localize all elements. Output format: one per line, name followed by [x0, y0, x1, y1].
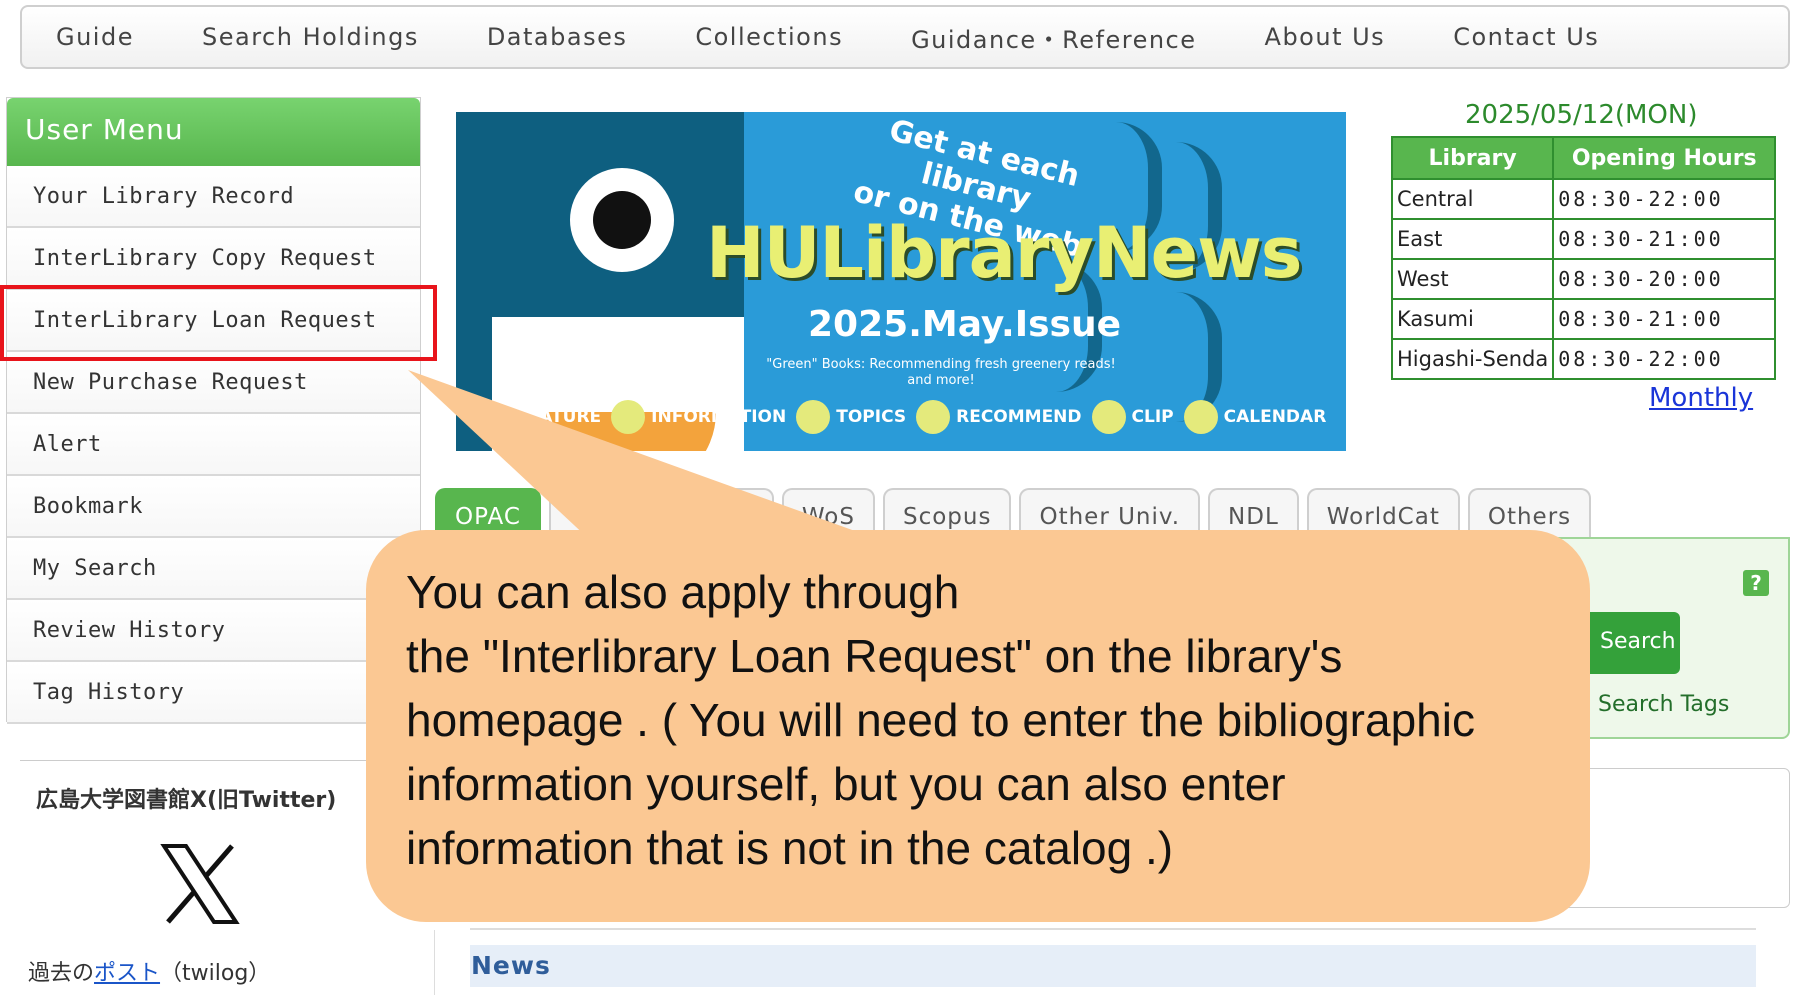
library-name: West	[1390, 258, 1555, 300]
callout-line: homepage . ( You will need to enter the …	[406, 694, 1475, 746]
x-logo-icon[interactable]	[160, 844, 240, 924]
callout-line: the "Interlibrary Loan Request" on the l…	[406, 630, 1343, 682]
twitter-post-prefix: 過去の	[28, 961, 95, 986]
banner-section-label: TOPICS	[836, 407, 907, 427]
banner-subtitle-1: "Green" Books: Recommending fresh greene…	[766, 357, 1116, 372]
clip-icon	[1091, 400, 1126, 434]
twitter-post-suffix: （twilog）	[160, 961, 271, 986]
opening-hours: 08:30-22:00	[1552, 178, 1777, 220]
twitter-heading: 広島大学図書館X(旧Twitter)	[36, 788, 337, 813]
twitter-post-line: 過去のポスト（twilog）	[28, 955, 270, 987]
banner-subtitle-2: and more!	[907, 373, 975, 388]
table-row: West 08:30-20:00	[1390, 258, 1777, 300]
monthly-hours-link[interactable]: Monthly	[1649, 383, 1753, 413]
nav-about-us[interactable]: About Us	[1265, 23, 1386, 51]
library-news-banner[interactable]: Get at each library or on the web HULibr…	[456, 112, 1346, 451]
callout-line: information that is not in the catalog .…	[406, 822, 1174, 874]
nav-guidance-reference[interactable]: Guidance・Reference	[911, 20, 1196, 55]
table-row: Kasumi 08:30-21:00	[1390, 298, 1777, 340]
opening-hours: 08:30-20:00	[1552, 258, 1777, 300]
banner-section-recommend: RECOMMEND	[916, 400, 1082, 434]
banner-section-information: INFORMATION	[611, 400, 786, 434]
news-header-bar	[470, 945, 1756, 987]
menu-item-library-record[interactable]: Your Library Record	[7, 166, 420, 228]
menu-item-bookmark[interactable]: Bookmark	[7, 476, 420, 538]
calendar-icon	[1183, 400, 1218, 434]
instruction-callout: You can also apply through the "Interlib…	[366, 530, 1590, 922]
library-name: Kasumi	[1390, 298, 1555, 340]
banner-subtitle: "Green" Books: Recommending fresh greene…	[766, 357, 1116, 389]
banner-section-label: FEATURE	[516, 407, 602, 427]
nav-search-holdings[interactable]: Search Holdings	[202, 23, 419, 51]
search-tags-link[interactable]: Search Tags	[1598, 692, 1729, 717]
library-name: Higashi-Senda	[1390, 338, 1555, 380]
callout-line: You can also apply through	[406, 566, 960, 618]
banner-section-feature: FEATURE	[516, 407, 601, 427]
opening-hours: 08:30-21:00	[1552, 218, 1777, 260]
banner-section-label: CALENDAR	[1223, 407, 1327, 427]
twitter-post-link[interactable]: ポスト	[94, 961, 160, 986]
menu-item-tag-history[interactable]: Tag History	[7, 662, 420, 724]
top-navigation: Guide Search Holdings Databases Collecti…	[20, 5, 1790, 69]
banner-sections: FEATURE INFORMATION TOPICS RECOMMEND CLI…	[516, 400, 1336, 434]
nav-guide[interactable]: Guide	[56, 23, 134, 51]
divider	[434, 930, 435, 995]
divider	[470, 928, 1756, 930]
nav-databases[interactable]: Databases	[487, 23, 628, 51]
banner-section-topics: TOPICS	[796, 400, 906, 434]
table-row: Central 08:30-22:00	[1390, 178, 1777, 220]
banner-section-label: CLIP	[1131, 407, 1174, 427]
book-icon	[916, 400, 951, 434]
column-header-library: Library	[1390, 136, 1555, 180]
nav-contact-us[interactable]: Contact Us	[1453, 23, 1599, 51]
user-menu: User Menu Your Library Record InterLibra…	[6, 97, 421, 724]
info-icon	[611, 400, 646, 434]
opening-hours: 08:30-21:00	[1552, 298, 1777, 340]
highlight-box-loan-request	[0, 285, 437, 361]
table-row: East 08:30-21:00	[1390, 218, 1777, 260]
divider	[20, 760, 420, 761]
callout-text: You can also apply through the "Interlib…	[406, 560, 1590, 880]
search-button[interactable]: Search	[1580, 612, 1680, 674]
opening-hours: 08:30-22:00	[1552, 338, 1777, 380]
banner-section-label: RECOMMEND	[956, 407, 1082, 427]
help-icon[interactable]: ?	[1743, 570, 1769, 596]
menu-item-alert[interactable]: Alert	[7, 414, 420, 476]
table-row: Higashi-Senda 08:30-22:00	[1390, 338, 1777, 380]
banner-section-calendar: CALENDAR	[1183, 400, 1327, 434]
topics-icon	[796, 400, 831, 434]
menu-item-review-history[interactable]: Review History	[7, 600, 420, 662]
banner-title: HULibraryNews	[706, 212, 1302, 294]
news-heading: News	[471, 951, 551, 980]
library-name: East	[1390, 218, 1555, 260]
nav-collections[interactable]: Collections	[695, 23, 843, 51]
banner-section-clip: CLIP	[1091, 400, 1174, 434]
banner-issue: 2025.May.Issue	[808, 304, 1122, 345]
library-name: Central	[1390, 178, 1555, 220]
menu-item-copy-request[interactable]: InterLibrary Copy Request	[7, 228, 420, 290]
current-date: 2025/05/12(MON)	[1465, 100, 1698, 130]
menu-item-my-search[interactable]: My Search	[7, 538, 420, 600]
user-menu-title: User Menu	[7, 98, 420, 166]
column-header-hours: Opening Hours	[1552, 136, 1777, 180]
menu-item-purchase-request[interactable]: New Purchase Request	[7, 352, 420, 414]
callout-line: information yourself, but you can also e…	[406, 758, 1286, 810]
opening-hours-table: Library Opening Hours Central 08:30-22:0…	[1390, 136, 1777, 380]
banner-section-label: INFORMATION	[651, 407, 787, 427]
banner-pupil-graphic	[593, 191, 651, 249]
